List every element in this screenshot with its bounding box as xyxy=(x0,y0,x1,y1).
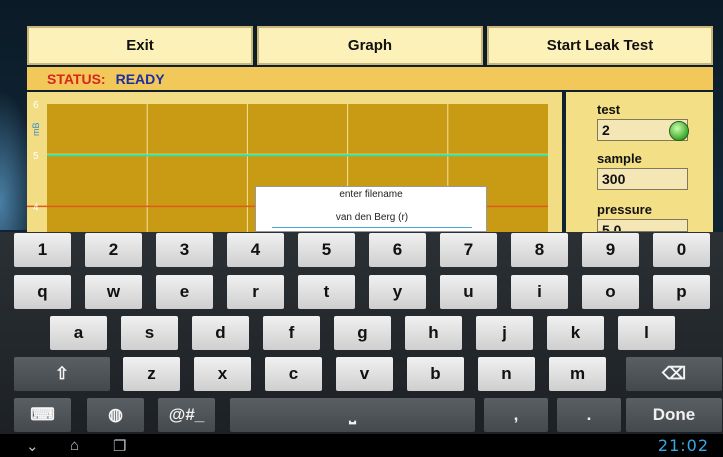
status-value: READY xyxy=(115,70,165,87)
key-i-key[interactable]: i xyxy=(511,275,568,309)
key-z-key[interactable]: z xyxy=(123,357,180,391)
keyboard-row-numbers: 1234567890 xyxy=(0,233,723,267)
key-y-key[interactable]: y xyxy=(369,275,426,309)
key-t-key[interactable]: t xyxy=(298,275,355,309)
test-label: test xyxy=(597,102,621,117)
key-8-key[interactable]: 8 xyxy=(511,233,568,267)
filename-dialog: enter filename van den Berg (r) xyxy=(255,186,487,232)
key-q-key[interactable]: q xyxy=(14,275,71,309)
key-h-key[interactable]: h xyxy=(405,316,462,350)
key-j-key[interactable]: j xyxy=(476,316,533,350)
app-window: Exit Graph Start Leak Test STATUS: READY… xyxy=(0,0,723,457)
key-3-key[interactable]: 3 xyxy=(156,233,213,267)
key-x-key[interactable]: x xyxy=(194,357,251,391)
key-b-key[interactable]: b xyxy=(407,357,464,391)
shift-key[interactable]: ⇧ xyxy=(14,357,110,391)
status-bar: STATUS: READY xyxy=(27,67,713,90)
keyboard-settings-icon: ⌨ xyxy=(30,405,55,424)
key-n-key[interactable]: n xyxy=(478,357,535,391)
keyboard-row-middle: asdfghjkl xyxy=(0,316,723,350)
key-0-key[interactable]: 0 xyxy=(653,233,710,267)
key-m-key[interactable]: m xyxy=(549,357,606,391)
key-f-key[interactable]: f xyxy=(263,316,320,350)
key-d-key[interactable]: d xyxy=(192,316,249,350)
space-icon: ⎵ xyxy=(349,405,356,424)
soft-keyboard: 1234567890 qwertyuiop asdfghjkl ⇧ zxcvbn… xyxy=(0,232,723,434)
settings-panel: test 2 sample 300 pressure 5.0 xyxy=(566,92,713,232)
key-7-key[interactable]: 7 xyxy=(440,233,497,267)
key-6-key[interactable]: 6 xyxy=(369,233,426,267)
status-label: STATUS: xyxy=(47,70,106,87)
backspace-icon: ⌫ xyxy=(661,364,687,383)
key-g-key[interactable]: g xyxy=(334,316,391,350)
pressure-field[interactable]: 5.0 xyxy=(597,219,688,232)
key-r-key[interactable]: r xyxy=(227,275,284,309)
recent-apps-icon[interactable]: ❐ xyxy=(113,437,126,455)
key-s-key[interactable]: s xyxy=(121,316,178,350)
keyboard-row-bottom: ⇧ zxcvbnm ⌫ xyxy=(0,357,723,391)
language-key[interactable]: ◍ xyxy=(87,398,144,432)
y-axis-label: mB xyxy=(31,123,41,137)
shift-icon: ⇧ xyxy=(54,364,70,383)
start-leak-test-button[interactable]: Start Leak Test xyxy=(487,26,713,65)
backspace-key[interactable]: ⌫ xyxy=(626,357,722,391)
key-a-key[interactable]: a xyxy=(50,316,107,350)
key-p-key[interactable]: p xyxy=(653,275,710,309)
globe-icon: ◍ xyxy=(108,405,123,424)
key-v-key[interactable]: v xyxy=(336,357,393,391)
graph-button[interactable]: Graph xyxy=(257,26,483,65)
system-bar: ⌄ ⌂ ❐ 21:02 xyxy=(0,434,723,457)
key-5-key[interactable]: 5 xyxy=(298,233,355,267)
key-k-key[interactable]: k xyxy=(547,316,604,350)
space-key[interactable]: ⎵ xyxy=(230,398,475,432)
key-o-key[interactable]: o xyxy=(582,275,639,309)
key-c-key[interactable]: c xyxy=(265,357,322,391)
key-1-key[interactable]: 1 xyxy=(14,233,71,267)
done-key[interactable]: Done xyxy=(626,398,722,432)
period-key[interactable]: . xyxy=(557,398,621,432)
key-l-key[interactable]: l xyxy=(618,316,675,350)
key-4-key[interactable]: 4 xyxy=(227,233,284,267)
key-e-key[interactable]: e xyxy=(156,275,213,309)
keyboard-settings-key[interactable]: ⌨ xyxy=(14,398,71,432)
dialog-title: enter filename xyxy=(339,189,403,200)
key-9-key[interactable]: 9 xyxy=(582,233,639,267)
exit-button[interactable]: Exit xyxy=(27,26,253,65)
hide-keyboard-icon[interactable]: ⌄ xyxy=(26,437,39,455)
sample-field[interactable]: 300 xyxy=(597,168,688,190)
y-tick-label: 4 xyxy=(33,202,39,213)
keyboard-row-function: ⌨ ◍ @#_ ⎵ , . Done xyxy=(0,398,723,432)
key-u-key[interactable]: u xyxy=(440,275,497,309)
y-tick-label: 5 xyxy=(33,151,39,162)
toggle-indicator-icon[interactable] xyxy=(669,121,689,141)
toolbar: Exit Graph Start Leak Test xyxy=(27,26,713,65)
sample-label: sample xyxy=(597,151,642,166)
filename-input[interactable]: van den Berg (r) xyxy=(272,209,472,228)
keyboard-row-top: qwertyuiop xyxy=(0,275,723,309)
home-icon[interactable]: ⌂ xyxy=(70,437,79,454)
key-w-key[interactable]: w xyxy=(85,275,142,309)
pressure-label: pressure xyxy=(597,202,652,217)
clock: 21:02 xyxy=(657,436,709,455)
key-2-key[interactable]: 2 xyxy=(85,233,142,267)
y-tick-label: 6 xyxy=(33,100,39,111)
comma-key[interactable]: , xyxy=(484,398,548,432)
symbols-key[interactable]: @#_ xyxy=(158,398,215,432)
